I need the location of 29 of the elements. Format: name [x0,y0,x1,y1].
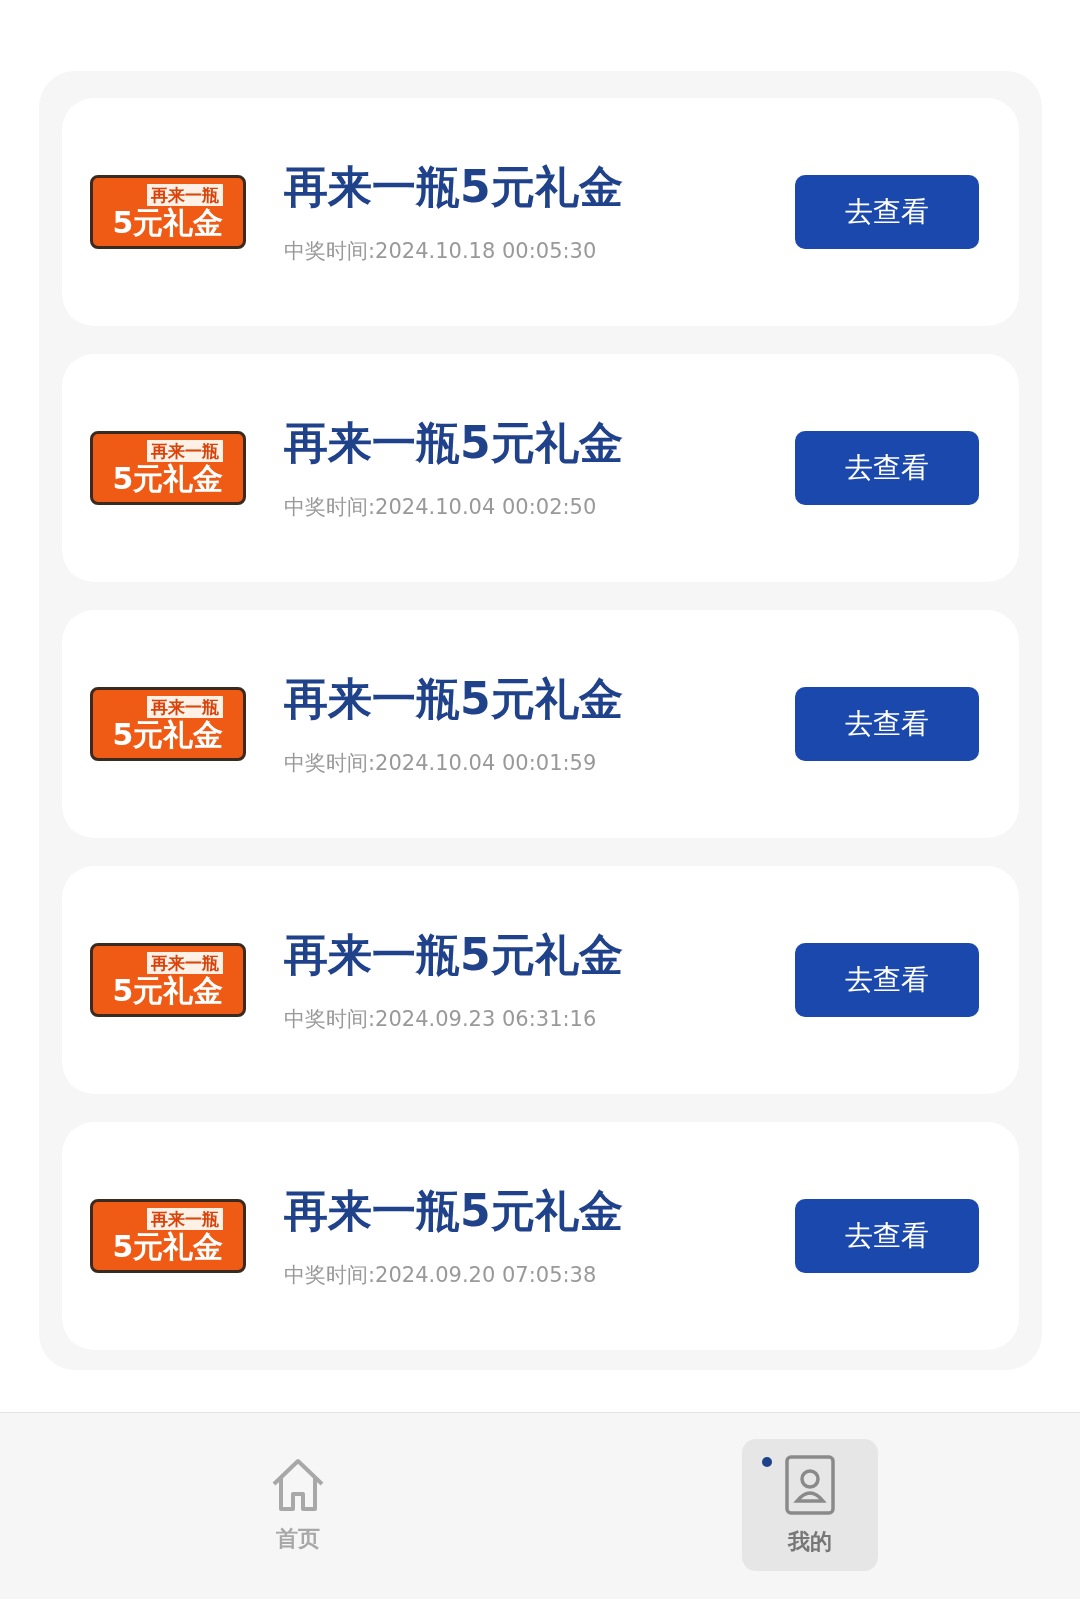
tab-item[interactable]: 我的 [742,1439,878,1571]
prize-title: 再来一瓶5元礼金 [284,1184,624,1238]
win-time: 中奖时间:2024.09.20 07:05:38 [284,1262,598,1289]
badge-top-text: 再来一瓶 [147,440,223,462]
prize-title: 再来一瓶5元礼金 [284,672,624,726]
badge-bottom-text: 5元礼金 [112,974,224,1008]
win-time: 中奖时间:2024.10.18 00:05:30 [284,238,598,265]
badge-top-text: 再来一瓶 [147,1208,223,1230]
view-button[interactable]: 去查看 [795,1199,979,1273]
badge-top-text: 再来一瓶 [147,696,223,718]
badge-bottom-text: 5元礼金 [112,462,224,496]
badge-bottom-text: 5元礼金 [112,206,224,240]
view-button[interactable]: 去查看 [795,943,979,1017]
contact-card-icon [783,1452,837,1517]
win-time: 中奖时间:2024.10.04 00:02:50 [284,494,598,521]
badge-bottom-text: 5元礼金 [112,718,224,752]
prize-title: 再来一瓶5元礼金 [284,416,624,470]
badge-bottom-text: 5元礼金 [112,1230,224,1264]
badge-top-text: 再来一瓶 [147,184,223,206]
tab-label: 首页 [276,1524,320,1553]
tab-label: 我的 [788,1527,832,1556]
prize-title: 再来一瓶5元礼金 [284,160,624,214]
view-button[interactable]: 去查看 [795,431,979,505]
view-button[interactable]: 去查看 [795,687,979,761]
win-time: 中奖时间:2024.09.23 06:31:16 [284,1006,598,1033]
prize-title: 再来一瓶5元礼金 [284,928,624,982]
win-time: 中奖时间:2024.10.04 00:01:59 [284,750,598,777]
view-button[interactable]: 去查看 [795,175,979,249]
badge-top-text: 再来一瓶 [147,952,223,974]
